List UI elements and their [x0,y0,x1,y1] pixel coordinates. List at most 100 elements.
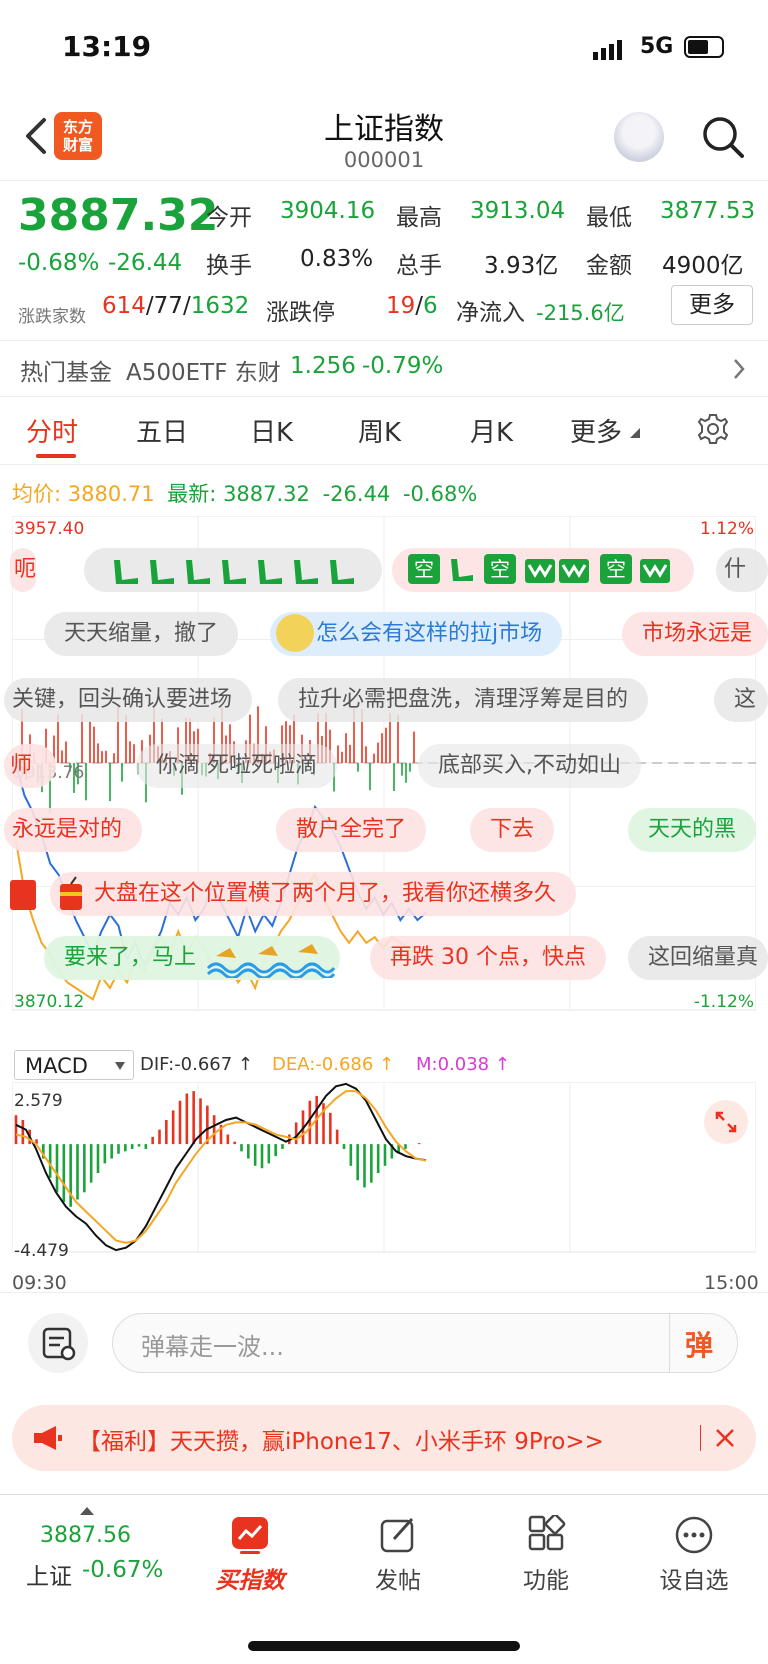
assistant-robot-icon[interactable] [614,112,664,162]
tab-month-k[interactable]: 月K [470,412,513,449]
header: 东方 财富 上证指数 000001 [0,96,768,181]
tab-five-day[interactable]: 五日 [136,412,188,449]
danmu-bubble[interactable]: 散户全完了 [276,808,427,852]
summary-line: 均价: 3880.71 最新: 3887.32 -26.44 -0.68% [12,478,477,508]
macd-histogram [14,1091,421,1207]
danmu-bubble[interactable]: 你滴 死啦死啦滴 [136,744,337,788]
indicator-select[interactable]: MACD [14,1050,134,1080]
fund-change: -0.79% [362,353,444,379]
last-label: 最新: [167,482,217,506]
flat-count: 77 [153,293,183,319]
danmu-bubble[interactable]: 再跌 30 个点，快点 [370,936,606,980]
high-value: 3913.04 [470,198,566,224]
danmu-bubble[interactable]: 呃 [10,548,36,592]
danmu-bubble[interactable]: 这 [714,678,768,722]
macd-grid [12,1082,756,1253]
open-label: 今开 [206,205,252,231]
nav-functions[interactable]: 功能 [496,1515,596,1595]
dropdown-triangle-icon [630,428,640,438]
danmu-emoji-row-2[interactable]: 空 空 空 [392,548,694,592]
red-badge-icon [10,880,36,910]
nav-add-watchlist[interactable]: 设自选 [644,1515,744,1595]
danmu-bubble[interactable]: 天天缩量，撤了 [44,612,239,656]
breadth-label: 涨跌家数 [18,307,86,327]
nav-buy-label: 买指数 [215,1568,285,1594]
low-value: 3877.53 [660,198,756,224]
indicator-name: MACD [25,1054,88,1078]
megaphone-icon [34,1426,62,1450]
tab-more[interactable]: 更多 [570,412,622,449]
expand-icon [715,1111,737,1133]
grid-apps-icon [528,1515,566,1551]
nav-watch-label: 设自选 [659,1568,729,1594]
breadth-sep-2: / [182,293,191,319]
close-icon[interactable] [714,1427,736,1449]
green-wave-icon [525,559,589,583]
tab-day-k[interactable]: 日K [250,412,293,449]
nav-buy-index[interactable]: 买指数 [200,1515,300,1595]
index-name: 上证 [26,1564,72,1590]
status-bar: 13:19 5G [0,0,768,96]
change-pct: -0.68% [18,250,100,276]
danmu-input[interactable]: 弹幕走一波... 弹 [112,1313,738,1373]
kong-badge: 空 [408,554,440,584]
more-dots-icon [675,1516,713,1554]
y-bottom-label: 3870.12 [14,992,84,1012]
limit-up-count: 19 [386,293,416,319]
expand-up-icon[interactable] [80,1507,94,1515]
index-change: -0.67% [82,1557,164,1583]
input-divider [669,1314,670,1372]
limit-label: 涨跌停 [266,300,335,326]
x-start-label: 09:30 [12,1272,67,1294]
expand-button[interactable] [704,1100,748,1144]
firecracker-icon [60,876,82,910]
send-danmu-button[interactable]: 弹 [685,1324,713,1364]
fund-name: A500ETF 东财 [126,360,281,386]
avg-label: 均价: [12,482,62,506]
tab-intraday[interactable]: 分时 [26,412,78,449]
danmu-bubble[interactable]: 市场永远是 [622,612,768,656]
amount-label: 金额 [586,253,632,279]
danmu-bubble[interactable]: 什 [716,548,768,592]
danmu-bubble[interactable]: 永远是对的 [4,808,143,852]
danmu-settings-button[interactable] [28,1313,88,1373]
settings-gear-icon[interactable] [696,412,730,446]
danmu-emoji-row-1[interactable] [84,548,382,592]
volume-value: 3.93亿 [484,253,559,279]
breadth-sep-1: / [145,293,154,319]
danmu-bubble[interactable]: 大盘在这个位置横了两个月了，我看你还横多久 [50,872,577,916]
macd-chart[interactable]: 2.579 -4.479 [12,1082,756,1268]
x-end-label: 15:00 [704,1272,759,1294]
more-button[interactable]: 更多 [671,285,753,325]
emoji-strip-icon [114,560,354,584]
danmu-bubble[interactable]: 天天的黑 [628,808,757,852]
danmu-bubble[interactable]: 底部买入,不动如山 [418,744,641,788]
amount-value: 4900亿 [662,253,744,279]
chevron-right-icon [734,359,745,379]
hot-fund-row[interactable]: 热门基金 A500ETF 东财 1.256 -0.79% [0,340,768,397]
last-change: -26.44 [322,482,391,506]
danmu-bubble[interactable]: 关键，回头确认要进场 [4,678,253,722]
danmu-bubble[interactable]: 拉升必需把盘洗，清理浮筹是目的 [278,678,649,722]
danmu-bubble[interactable]: 下去 [470,808,555,852]
macd-top-label: 2.579 [14,1091,63,1111]
battery-icon [684,36,724,58]
open-value: 3904.16 [280,198,376,224]
tab-week-k[interactable]: 周K [358,412,401,449]
kong-badge: 空 [600,554,632,584]
danmu-bubble[interactable]: 师 [4,744,56,788]
high-label: 最高 [396,205,442,231]
limit-down-count: 6 [423,293,438,319]
danmu-bubble[interactable]: 这回缩量真 [628,936,768,980]
dea-label: DEA:-0.686 ↑ [272,1054,395,1075]
nav-post[interactable]: 发帖 [348,1515,448,1595]
promo-text: 【福利】天天攒，赢iPhone17、小米手环 9Pro>> [78,1429,604,1455]
netflow-label: 净流入 [456,300,525,326]
change-value: -26.44 [108,250,183,276]
comment-bar: 弹幕走一波... 弹 [0,1292,768,1393]
nav-post-label: 发帖 [375,1568,421,1594]
macd-bottom-label: -4.479 [14,1241,69,1261]
promo-banner[interactable]: 【福利】天天攒，赢iPhone17、小米手环 9Pro>> [12,1405,756,1471]
nav-functions-label: 功能 [523,1568,569,1594]
search-icon[interactable] [700,114,746,160]
